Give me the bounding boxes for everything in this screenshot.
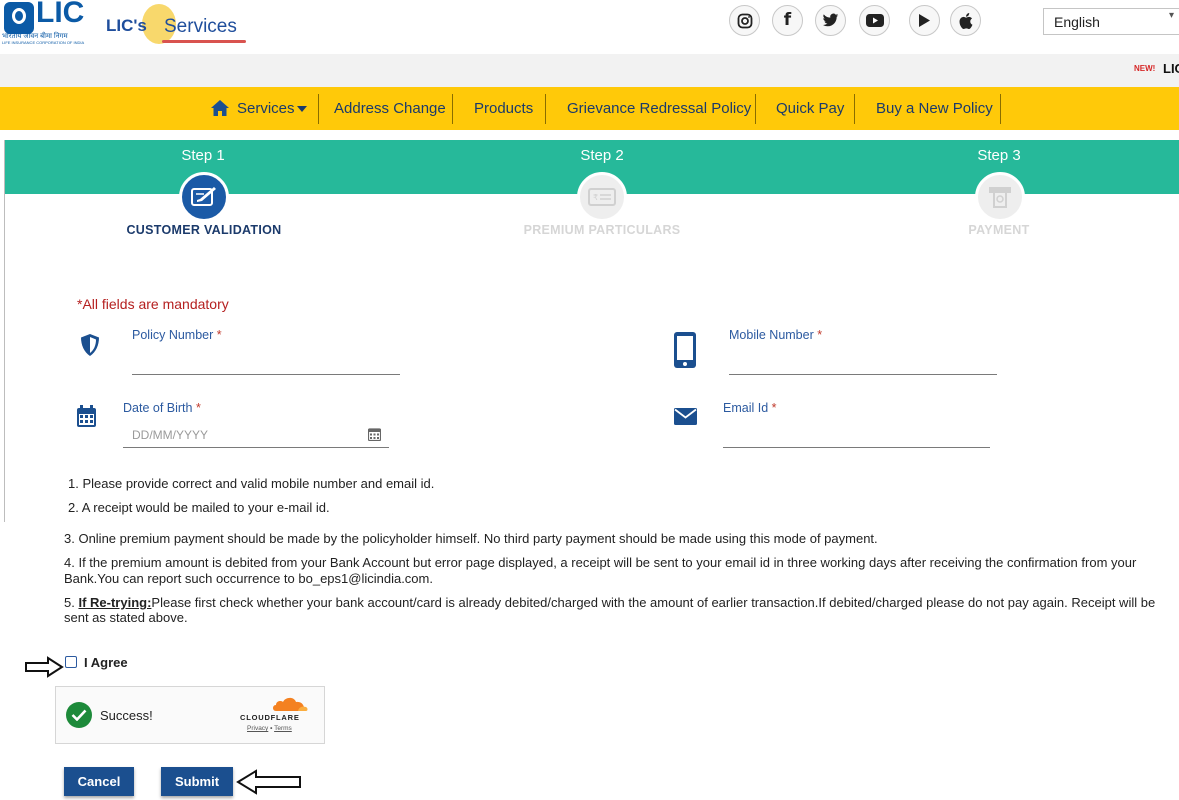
arrow-left-icon [236,769,301,795]
ticker-text[interactable]: LIC [1163,61,1179,76]
cancel-button[interactable]: Cancel [64,767,134,796]
receipt-icon: ₹ [588,188,616,206]
mobile-number-input[interactable] [729,374,997,375]
eservices-logo[interactable]: LIC's Services [106,4,254,46]
note-5-line-2: sent as stated above. [64,610,188,625]
success-check-icon [66,702,92,728]
apple-icon [959,12,972,29]
policy-number-input[interactable] [132,374,400,375]
captcha-links: Privacy • Terms [247,725,292,732]
nav-item-grievance[interactable]: Grievance Redressal Policy [567,87,751,130]
mandatory-note: *All fields are mandatory [77,296,229,312]
note-4-line-2: Bank.You can report such occurrence to b… [64,571,433,586]
nav-item-quick-pay[interactable]: Quick Pay [776,87,844,130]
note-2: 2. A receipt would be mailed to your e-m… [68,500,330,515]
instagram-button[interactable] [729,5,760,36]
caret-down-icon [297,106,307,112]
language-selected: English [1054,14,1100,30]
chevron-down-icon: ▾ [1169,10,1175,21]
cloudflare-brand: CLOUDFLARE [240,713,300,722]
apple-store-button[interactable] [950,5,981,36]
lic-logo[interactable]: LIC भारतीय जीवन बीमा निगम LIFE INSURANCE… [0,0,92,46]
instagram-icon [737,13,752,28]
step-1-title: CUSTOMER VALIDATION [126,223,282,237]
email-label: Email Id * [723,401,777,415]
step-1-label: Step 1 [181,147,225,164]
lic-emblem-icon [4,2,34,34]
note-5-line-1: 5. If Re-trying:Please first check wheth… [64,595,1156,610]
arrow-right-icon [25,656,64,678]
mobile-number-label: Mobile Number * [729,328,823,342]
twitter-icon [822,13,839,27]
nav-item-buy-policy[interactable]: Buy a New Policy [876,87,993,130]
twitter-button[interactable] [815,5,846,36]
step-3-circle [975,172,1025,222]
nav-divider [545,94,546,124]
eservices-word: Services [164,16,237,37]
policy-number-label: Policy Number * [132,328,222,342]
agree-label[interactable]: I Agree [84,655,128,670]
mobile-phone-icon [674,332,696,368]
step-2-circle: ₹ [577,172,627,222]
dob-underline [123,447,389,448]
agree-checkbox[interactable] [65,656,77,668]
note-3: 3. Online premium payment should be made… [64,531,878,546]
nav-divider [755,94,756,124]
eservices-prefix: LIC's [106,16,147,35]
step-3-title: PAYMENT [968,223,1030,237]
nav-item-products[interactable]: Products [474,87,533,130]
nav-item-services[interactable]: Services [237,87,295,130]
nav-divider [854,94,855,124]
payment-atm-icon [989,187,1011,208]
submit-button[interactable]: Submit [161,767,233,796]
svg-text:₹: ₹ [593,193,598,202]
note-4-line-1: 4. If the premium amount is debited from… [64,555,1137,570]
date-picker-icon[interactable] [368,427,381,441]
dob-label: Date of Birth * [123,401,201,415]
new-badge: NEW! [1134,64,1156,73]
youtube-button[interactable] [859,5,890,36]
lic-logo-subtitle: LIFE INSURANCE CORPORATION OF INDIA [2,40,85,45]
cloudflare-cloud-icon [273,697,308,711]
calendar-icon [77,405,96,427]
nav-divider [1000,94,1001,124]
step-3-label: Step 3 [977,147,1021,164]
nav-divider [318,94,319,124]
facebook-icon: f [783,10,792,30]
facebook-button[interactable]: f [772,5,803,36]
step-2-label: Step 2 [580,147,624,164]
email-envelope-icon [674,408,697,425]
privacy-link[interactable]: Privacy [247,725,268,732]
nav-item-address-change[interactable]: Address Change [334,87,446,130]
google-play-icon [919,14,930,27]
lic-logo-text: LIC [36,0,85,29]
nav-divider [452,94,453,124]
shield-icon [81,334,99,356]
edit-form-icon [191,187,216,206]
note-1: 1. Please provide correct and valid mobi… [68,476,435,491]
wizard-border [4,140,5,522]
step-1-circle [179,172,229,222]
home-icon [211,100,229,116]
google-play-button[interactable] [909,5,940,36]
youtube-icon [865,14,884,27]
dob-input[interactable]: DD/MM/YYYY [132,428,208,442]
step-2-title: PREMIUM PARTICULARS [523,223,681,237]
language-select[interactable]: English [1043,8,1179,35]
email-input[interactable] [723,447,990,448]
news-ticker [0,54,1179,87]
terms-link[interactable]: Terms [274,725,292,732]
captcha-status: Success! [100,708,153,723]
logo-swoosh [162,40,246,43]
